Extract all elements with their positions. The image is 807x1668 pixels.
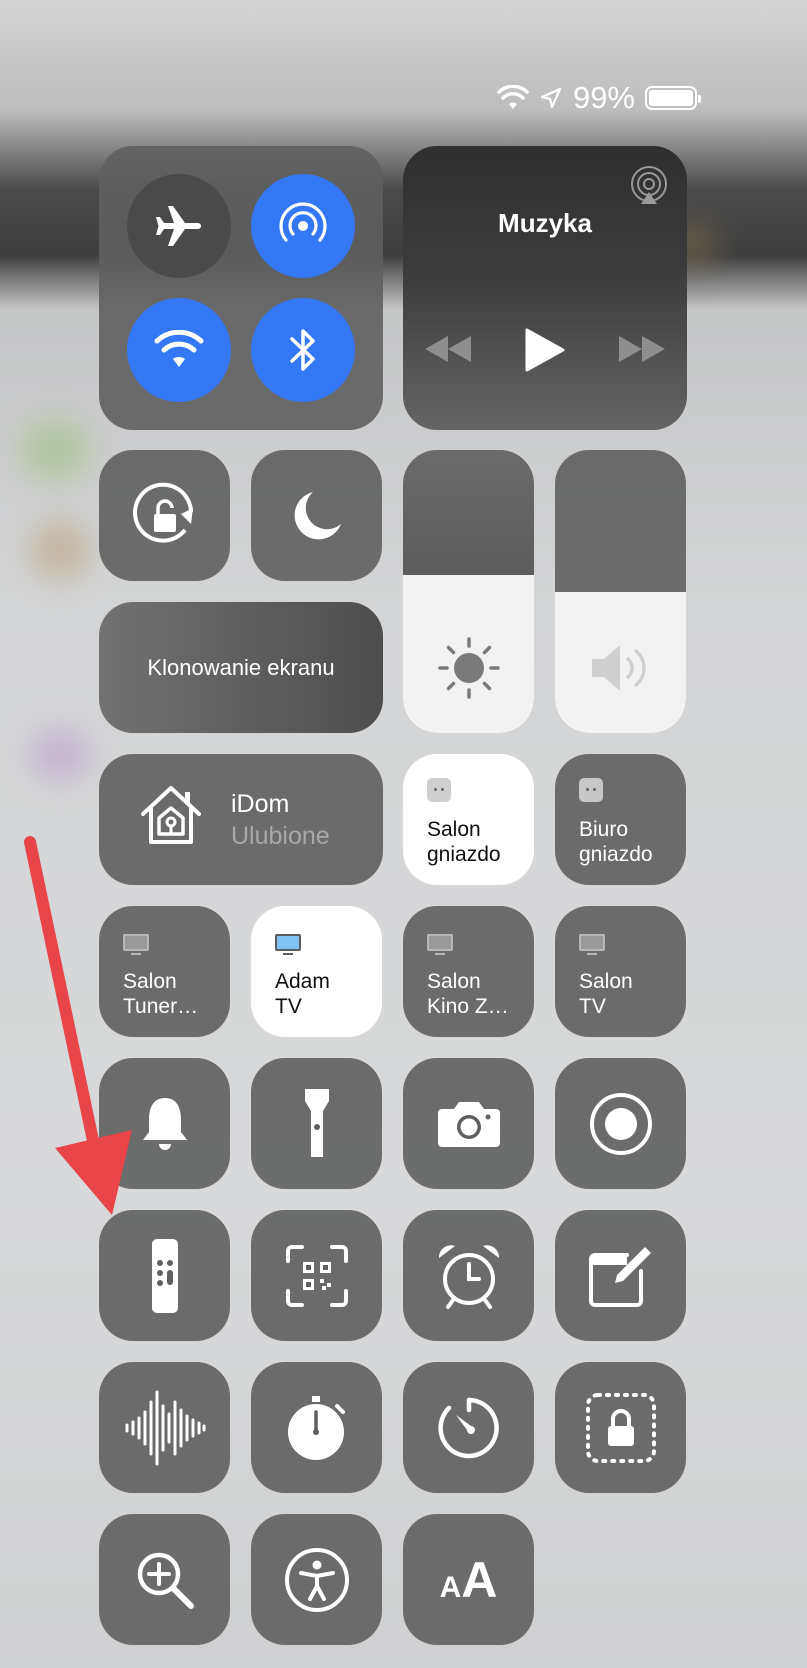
airdrop-icon xyxy=(279,202,327,242)
home-title: iDom xyxy=(231,790,290,818)
camera-icon xyxy=(437,1101,500,1147)
notes-button[interactable] xyxy=(555,1210,686,1341)
bluetooth-toggle[interactable] xyxy=(251,298,355,402)
magnifier-button[interactable] xyxy=(99,1514,230,1645)
speaker-icon xyxy=(588,641,654,695)
background-blur xyxy=(20,420,90,480)
tv-salon-tuner[interactable]: Salon Tuner… xyxy=(99,906,230,1037)
status-bar: 99% xyxy=(497,80,701,116)
accessory-salon-gniazdo[interactable]: Salon gniazdo xyxy=(403,754,534,885)
home-icon xyxy=(139,784,203,846)
screen-record-icon xyxy=(589,1092,652,1155)
outlet-icon xyxy=(579,778,603,802)
screen-mirroring-label: Klonowanie ekranu xyxy=(147,654,335,680)
brightness-slider[interactable] xyxy=(403,450,534,733)
voice-memos-button[interactable] xyxy=(99,1362,230,1493)
screen-mirroring-button[interactable]: Klonowanie ekranu xyxy=(99,602,383,733)
alarm-button[interactable] xyxy=(403,1210,534,1341)
stopwatch-button[interactable] xyxy=(251,1362,382,1493)
stopwatch-icon xyxy=(287,1395,345,1460)
fast-forward-icon[interactable] xyxy=(619,336,665,362)
tv-label: Salon Kino Z… xyxy=(427,970,509,1018)
tv-icon xyxy=(275,934,301,955)
accessory-label: Biuro gniazdo xyxy=(579,818,653,866)
bell-icon xyxy=(142,1097,187,1150)
location-arrow-icon xyxy=(539,86,563,110)
screen-record-button[interactable] xyxy=(555,1058,686,1189)
moon-icon xyxy=(294,491,341,539)
bluetooth-icon xyxy=(290,329,315,371)
home-button[interactable]: iDom Ulubione xyxy=(99,754,383,885)
airplane-mode-toggle[interactable] xyxy=(127,174,231,278)
notes-icon xyxy=(588,1246,651,1307)
timer-button[interactable] xyxy=(403,1362,534,1493)
rewind-icon[interactable] xyxy=(425,336,471,362)
home-subtitle: Ulubione xyxy=(231,822,330,850)
camera-button[interactable] xyxy=(403,1058,534,1189)
battery-percentage: 99% xyxy=(572,80,635,115)
wifi-icon xyxy=(497,85,529,111)
background-blur xyxy=(30,730,90,780)
tv-salon-kino[interactable]: Salon Kino Z… xyxy=(403,906,534,1037)
text-size-button[interactable]: A A xyxy=(403,1514,534,1645)
flashlight-icon xyxy=(304,1088,329,1157)
music-title: Muzyka xyxy=(498,208,592,238)
battery-icon xyxy=(645,86,701,110)
text-size-small-a: A xyxy=(439,1570,462,1604)
background-blur xyxy=(30,520,90,580)
tv-label: Salon Tuner… xyxy=(123,970,199,1018)
accessory-label: Salon gniazdo xyxy=(427,818,501,866)
music-module[interactable]: Muzyka xyxy=(403,146,687,430)
connectivity-module xyxy=(99,146,383,430)
tv-label: Adam TV xyxy=(275,970,330,1018)
magnifier-icon xyxy=(137,1552,194,1609)
tv-icon xyxy=(123,934,149,955)
tv-icon xyxy=(427,934,453,955)
sun-icon xyxy=(436,635,502,701)
airdrop-toggle[interactable] xyxy=(251,174,355,278)
guided-access-button[interactable] xyxy=(555,1362,686,1493)
apple-tv-remote-icon xyxy=(151,1238,178,1313)
rotation-lock-icon xyxy=(132,482,193,543)
airplay-icon[interactable] xyxy=(629,166,669,206)
accessory-biuro-gniazdo[interactable]: Biuro gniazdo xyxy=(555,754,686,885)
voice-memos-icon xyxy=(125,1390,205,1465)
do-not-disturb-button[interactable] xyxy=(251,450,382,581)
outlet-icon xyxy=(427,778,451,802)
accessibility-button[interactable] xyxy=(251,1514,382,1645)
qr-code-scanner-icon xyxy=(285,1244,348,1307)
qr-code-scanner-button[interactable] xyxy=(251,1210,382,1341)
orientation-lock-button[interactable] xyxy=(99,450,230,581)
play-icon[interactable] xyxy=(525,328,565,372)
wifi-icon xyxy=(154,330,204,367)
tv-salon-tv[interactable]: Salon TV xyxy=(555,906,686,1037)
alarm-clock-icon xyxy=(438,1244,499,1309)
silent-mode-button[interactable] xyxy=(99,1058,230,1189)
text-size-large-a: A xyxy=(461,1551,498,1608)
wifi-toggle[interactable] xyxy=(127,298,231,402)
volume-slider[interactable] xyxy=(555,450,686,733)
apple-tv-remote-button[interactable] xyxy=(99,1210,230,1341)
tv-adam-tv[interactable]: Adam TV xyxy=(251,906,382,1037)
tv-icon xyxy=(579,934,605,955)
flashlight-button[interactable] xyxy=(251,1058,382,1189)
guided-access-icon xyxy=(585,1392,656,1463)
timer-icon xyxy=(437,1397,499,1458)
accessibility-icon xyxy=(284,1547,349,1612)
airplane-icon xyxy=(156,206,201,246)
text-size-icon: A A xyxy=(440,1551,498,1609)
tv-label: Salon TV xyxy=(579,970,633,1018)
